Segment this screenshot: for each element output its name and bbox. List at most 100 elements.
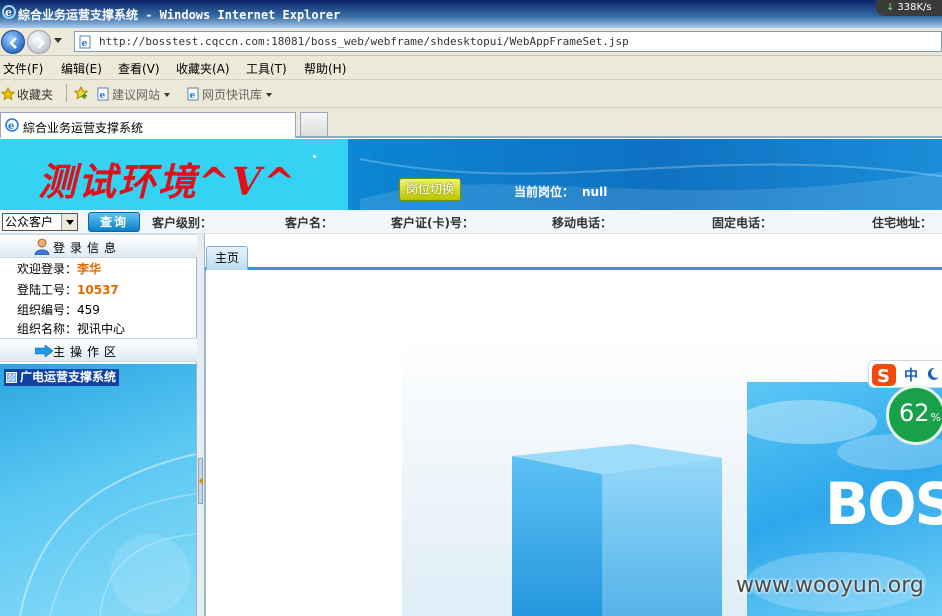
browser-tab-label: 綜合业务运营支撑系统 [23,121,144,135]
login-info-header: 登录信息 [0,234,197,258]
customer-search-bar: 公众客户 查询 客户级别： 客户名： 客户证(卡)号： 移动电话： 固定电话： … [0,210,942,234]
welcome-row: 欢迎登录：李华 [17,260,101,277]
login-id-label: 登陆工号： [17,283,78,297]
window-title: 綜合业务运营支撑系统 - Windows Internet Explorer [18,8,341,22]
query-button[interactable]: 查询 [88,212,140,232]
login-id-row: 登陆工号：10537 [17,281,119,298]
favorites-bar: 收藏夹 e 建议网站 e 网页快讯库 [0,80,942,108]
back-button[interactable] [1,30,25,54]
customer-id-card-label[interactable]: 客户证(卡)号： [391,214,474,231]
left-panel: 登录信息 欢迎登录：李华 登陆工号：10537 组织编号：459 组织名称：视讯… [0,234,197,616]
suggested-sites-label: 建议网站 [112,88,161,102]
ime-mode-toggle[interactable]: 中 [904,365,918,385]
cube-illustration [512,444,722,616]
user-icon [34,238,50,255]
back-arrow-icon [9,37,17,49]
operations-title: 主操作区 [53,345,122,359]
network-speed-indicator: ↓ 338K/s [876,0,942,16]
org-id-label: 组织编号： [17,303,78,317]
boss-banner-text: BOS [825,470,942,538]
tree-root-label: 广电运营支撑系统 [20,370,117,384]
net-speed-value: 338K/s [897,2,932,13]
customer-name-label[interactable]: 客户名： [285,214,333,231]
ie-logo-icon: e [5,118,19,132]
current-role-label: 当前岗位： [514,185,575,199]
favbar-separator [66,84,67,102]
menu-tools[interactable]: 工具(T) [246,60,287,77]
login-info-title: 登录信息 [53,241,122,255]
org-name-label: 组织名称： [17,322,78,336]
forward-arrow-icon [37,37,45,49]
svg-text:S: S [877,366,890,386]
tab-home[interactable]: 主页 [206,246,248,270]
add-favorite-icon [74,86,88,100]
org-name-row: 组织名称：视讯中心 [17,320,125,337]
suggested-sites-button[interactable]: e 建议网站 [96,86,171,103]
address-bar: e http://bosstest.cqccn.com:18081/boss_w… [0,28,942,56]
svg-text:e: e [190,91,196,101]
url-text: http://bosstest.cqccn.com:18081/boss_web… [99,35,629,48]
browser-tab-active[interactable]: e 綜合业务运营支撑系统 [0,112,296,138]
gauge-number: 62 [899,399,930,427]
ie-logo-icon: e [2,5,16,19]
operations-menu-tree: 广电运营支撑系统 [0,364,196,616]
window-titlebar: e 綜合业务运营支撑系统 - Windows Internet Explorer [0,0,942,28]
org-name-value: 视讯中心 [77,322,126,336]
new-tab-button[interactable] [300,112,328,136]
logo-area: 测试环境^V^ [0,139,348,210]
tree-root-item[interactable]: 广电运营支撑系统 [4,369,120,386]
web-slice-label: 网页快讯库 [202,88,263,102]
svg-text:e: e [8,121,14,132]
watermark: www.wooyun.org [736,573,924,598]
panel-splitter[interactable] [197,234,205,616]
ime-toolbar[interactable]: S 中 [868,360,942,388]
favorites-button[interactable]: 收藏夹 [1,86,53,103]
moon-icon[interactable] [926,367,940,381]
current-role: 当前岗位： null [514,183,607,200]
menu-favorites[interactable]: 收藏夹(A) [176,60,230,77]
gauge-unit: % [930,411,941,424]
menu-bar: 文件(F) 编辑(E) 查看(V) 收藏夹(A) 工具(T) 帮助(H) [0,56,942,80]
main-content-area: 主页 BOS [205,234,942,616]
customer-type-value: 公众客户 [5,215,54,229]
fixed-phone-label[interactable]: 固定电话： [712,214,772,231]
tree-background-decoration [19,453,196,616]
main-tab-strip: 主页 [205,234,942,270]
customer-type-select[interactable]: 公众客户 [2,213,78,231]
memory-usage-gauge[interactable]: 62% [886,385,942,445]
menu-edit[interactable]: 编辑(E) [61,60,102,77]
login-id-value: 10537 [77,283,119,297]
org-id-value: 459 [77,303,100,317]
role-switch-button[interactable]: 岗位切换 [399,178,461,201]
collapse-panel-handle[interactable] [198,458,203,504]
history-dropdown-button[interactable] [54,38,62,43]
welcome-value: 李华 [77,262,102,276]
svg-text:e: e [100,91,106,101]
logo-sparkle [313,155,316,158]
home-address-label[interactable]: 住宅地址： [872,214,932,231]
chevron-down-icon[interactable] [61,214,77,230]
app-header: 测试环境^V^ [0,139,942,210]
web-slice-button[interactable]: e 网页快讯库 [186,86,273,103]
svg-text:e: e [82,39,88,49]
svg-text:e: e [5,6,12,19]
page-icon: e [79,35,91,49]
menu-view[interactable]: 查看(V) [118,60,160,77]
url-input[interactable]: e http://bosstest.cqccn.com:18081/boss_w… [74,31,942,52]
org-id-row: 组织编号：459 [17,301,100,318]
add-favorite-button[interactable] [74,86,90,101]
sogou-icon: S [872,364,896,386]
chevron-down-icon [164,93,171,97]
menu-help[interactable]: 帮助(H) [304,60,346,77]
folder-icon [6,372,17,383]
mobile-phone-label[interactable]: 移动电话： [552,214,612,231]
arrow-right-icon [35,345,53,357]
welcome-label: 欢迎登录： [17,262,78,276]
forward-button[interactable] [27,30,51,54]
current-role-value: null [582,185,608,199]
app-logo-text: 测试环境^V^ [38,159,298,204]
page-icon: e [187,87,199,101]
menu-file[interactable]: 文件(F) [3,60,43,77]
operations-header: 主操作区 [0,338,197,362]
customer-level-label[interactable]: 客户级别： [152,214,212,231]
